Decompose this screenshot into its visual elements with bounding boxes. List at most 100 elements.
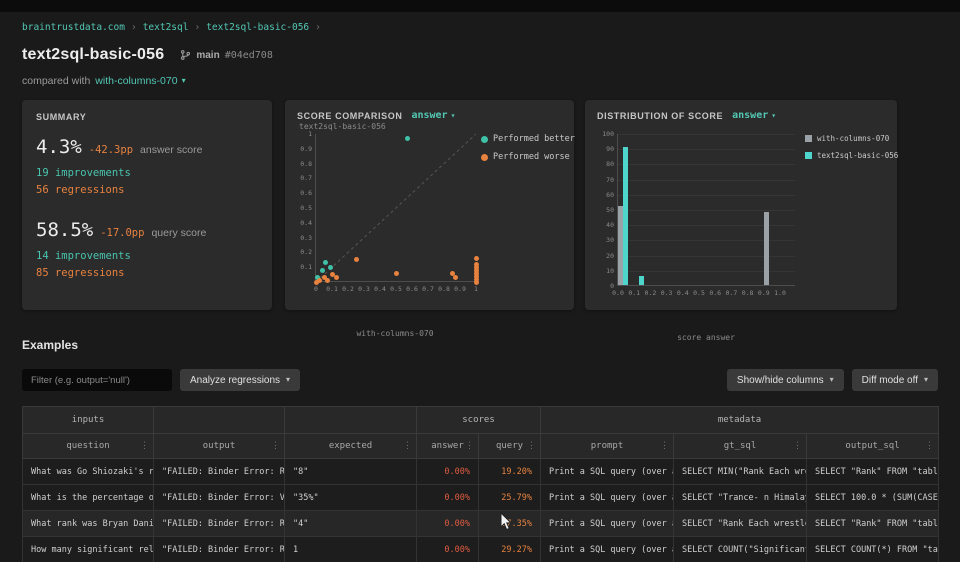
cell-answer[interactable]: 0.00% bbox=[417, 485, 479, 511]
histogram-bar[interactable] bbox=[639, 276, 644, 285]
summary-title: SUMMARY bbox=[36, 112, 258, 122]
cell-expected[interactable]: "4" bbox=[285, 511, 417, 537]
gridline bbox=[618, 210, 795, 211]
column-menu-icon[interactable]: ⋮ bbox=[403, 441, 412, 451]
gridline bbox=[618, 149, 795, 150]
column-header-query[interactable]: query ⋮ bbox=[479, 434, 541, 459]
cell-question[interactable]: What rank was Bryan Daniel… bbox=[23, 511, 154, 537]
column-menu-icon[interactable]: ⋮ bbox=[793, 441, 802, 451]
breadcrumb-link[interactable]: braintrustdata.com bbox=[22, 22, 125, 33]
x-tick-label: 0.3 bbox=[358, 286, 370, 293]
cell-answer[interactable]: 0.00% bbox=[417, 537, 479, 562]
column-header-prompt[interactable]: prompt⋮ bbox=[541, 434, 674, 459]
scatter-point[interactable] bbox=[354, 257, 359, 262]
app-root: braintrustdata.com›text2sql›text2sql-bas… bbox=[0, 0, 960, 562]
scatter-point[interactable] bbox=[325, 278, 330, 283]
cell-gt_sql[interactable]: SELECT COUNT("Significant … bbox=[674, 537, 807, 562]
column-header-row: question⋮output⋮expected⋮answer⋮query⋮pr… bbox=[23, 434, 939, 459]
breadcrumb-link[interactable]: text2sql bbox=[143, 22, 189, 33]
cell-output[interactable]: "FAILED: Binder Error: Val… bbox=[154, 485, 285, 511]
filter-input[interactable] bbox=[22, 369, 172, 391]
table-row[interactable]: What is the percentage of …"FAILED: Bind… bbox=[23, 485, 939, 511]
column-menu-icon[interactable]: ⋮ bbox=[925, 441, 934, 451]
show-hide-columns-button[interactable]: Show/hide columns ▾ bbox=[727, 369, 844, 391]
distribution-metric-dropdown[interactable]: answer ▾ bbox=[732, 110, 776, 121]
column-header-label: answer bbox=[431, 441, 464, 451]
cell-question[interactable]: How many significant relat… bbox=[23, 537, 154, 562]
column-header-label: query bbox=[496, 441, 523, 451]
cell-expected[interactable]: 1 bbox=[285, 537, 417, 562]
scatter-y-axis-label: text2sql-basic-056 bbox=[299, 122, 386, 131]
cell-output[interactable]: "FAILED: Binder Error: Ref… bbox=[154, 459, 285, 485]
cell-gt_sql[interactable]: SELECT MIN("Rank Each wres… bbox=[674, 459, 807, 485]
cell-query[interactable]: 29.27% bbox=[479, 537, 541, 562]
column-menu-icon[interactable]: ⋮ bbox=[140, 441, 149, 451]
cell-gt_sql[interactable]: SELECT "Trance- n Himalaya… bbox=[674, 485, 807, 511]
x-tick-label: 0.4 bbox=[677, 290, 689, 297]
breadcrumb-link[interactable]: text2sql-basic-056 bbox=[206, 22, 309, 33]
analyze-regressions-label: Analyze regressions bbox=[190, 375, 280, 386]
scatter-point[interactable] bbox=[317, 278, 322, 283]
histogram-bar[interactable] bbox=[623, 147, 628, 285]
column-menu-icon[interactable]: ⋮ bbox=[527, 441, 536, 451]
cell-output_sql[interactable]: SELECT "Rank" FROM "table"… bbox=[807, 459, 939, 485]
cell-output[interactable]: "FAILED: Binder Error: Ref… bbox=[154, 511, 285, 537]
column-header-gt_sql[interactable]: gt_sql⋮ bbox=[674, 434, 807, 459]
commit-hash: #04ed708 bbox=[225, 50, 273, 61]
scatter-point[interactable] bbox=[474, 256, 479, 261]
diff-mode-button[interactable]: Diff mode off ▾ bbox=[852, 369, 938, 391]
column-menu-icon[interactable]: ⋮ bbox=[465, 441, 474, 451]
cell-expected[interactable]: "8" bbox=[285, 459, 417, 485]
scatter-point[interactable] bbox=[320, 268, 325, 273]
column-header-output[interactable]: output⋮ bbox=[154, 434, 285, 459]
scatter-point[interactable] bbox=[405, 136, 410, 141]
cell-output[interactable]: "FAILED: Binder Error: Ref… bbox=[154, 537, 285, 562]
table-row[interactable]: What was Go Shiozaki's ran…"FAILED: Bind… bbox=[23, 459, 939, 485]
column-header-answer[interactable]: answer⋮ bbox=[417, 434, 479, 459]
query-improvements-link[interactable]: 14 improvements bbox=[36, 250, 258, 262]
analyze-regressions-button[interactable]: Analyze regressions ▾ bbox=[180, 369, 300, 391]
column-header-expected[interactable]: expected⋮ bbox=[285, 434, 417, 459]
scatter-point[interactable] bbox=[394, 271, 399, 276]
cell-answer[interactable]: 0.00% bbox=[417, 459, 479, 485]
column-header-question[interactable]: question ⋮ bbox=[23, 434, 154, 459]
cell-prompt[interactable]: Print a SQL query (over a … bbox=[541, 511, 674, 537]
cell-expected[interactable]: "35%" bbox=[285, 485, 417, 511]
cell-prompt[interactable]: Print a SQL query (over a … bbox=[541, 459, 674, 485]
scatter-point[interactable] bbox=[474, 262, 479, 267]
score-comparison-metric-dropdown[interactable]: answer ▾ bbox=[411, 110, 455, 121]
gridline bbox=[618, 164, 795, 165]
cell-answer[interactable]: 0.00% bbox=[417, 511, 479, 537]
cell-output_sql[interactable]: SELECT 100.0 * (SUM(CASE W… bbox=[807, 485, 939, 511]
cell-query[interactable]: 19.20% bbox=[479, 459, 541, 485]
cell-gt_sql[interactable]: SELECT "Rank Each wrestler… bbox=[674, 511, 807, 537]
scatter-point[interactable] bbox=[328, 265, 333, 270]
comparison-experiment-dropdown[interactable]: with-columns-070 ▾ bbox=[95, 75, 185, 87]
legend-item: text2sql-basic-056 bbox=[805, 151, 898, 160]
cell-question[interactable]: What was Go Shiozaki's ran… bbox=[23, 459, 154, 485]
y-tick-label: 0.6 bbox=[290, 190, 312, 197]
column-menu-icon[interactable]: ⋮ bbox=[271, 441, 280, 451]
column-menu-icon[interactable]: ⋮ bbox=[660, 441, 669, 451]
legend-swatch bbox=[805, 135, 812, 142]
y-tick-label: 0 bbox=[592, 283, 614, 290]
query-regressions-link[interactable]: 85 regressions bbox=[36, 267, 258, 279]
cell-question[interactable]: What is the percentage of … bbox=[23, 485, 154, 511]
histogram-bar[interactable] bbox=[764, 212, 769, 285]
cell-prompt[interactable]: Print a SQL query (over a … bbox=[541, 485, 674, 511]
answer-improvements-link[interactable]: 19 improvements bbox=[36, 167, 258, 179]
table-row[interactable]: How many significant relat…"FAILED: Bind… bbox=[23, 537, 939, 562]
table-row[interactable]: What rank was Bryan Daniel…"FAILED: Bind… bbox=[23, 511, 939, 537]
cell-output_sql[interactable]: SELECT "Rank" FROM "table"… bbox=[807, 511, 939, 537]
distribution-card: DISTRIBUTION OF SCORE answer ▾ 010203040… bbox=[585, 100, 897, 310]
scatter-point[interactable] bbox=[453, 275, 458, 280]
legend-swatch bbox=[481, 154, 488, 161]
cell-query[interactable]: 25.79% bbox=[479, 485, 541, 511]
cell-prompt[interactable]: Print a SQL query (over a … bbox=[541, 537, 674, 562]
query-score-value: 58.5% bbox=[36, 219, 93, 241]
cell-output_sql[interactable]: SELECT COUNT(*) FROM "tabl… bbox=[807, 537, 939, 562]
column-header-output_sql[interactable]: output_sql⋮ bbox=[807, 434, 939, 459]
column-header-label: question bbox=[66, 441, 109, 451]
score-comparison-title: SCORE COMPARISON bbox=[297, 111, 402, 121]
answer-regressions-link[interactable]: 56 regressions bbox=[36, 184, 258, 196]
